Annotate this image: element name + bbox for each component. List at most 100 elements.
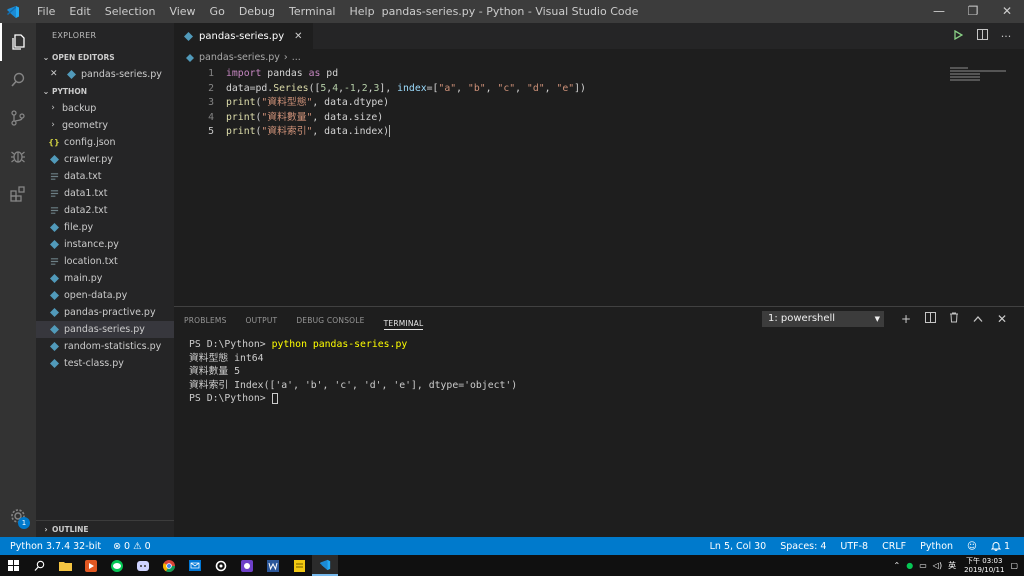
volume-icon[interactable]: ◁) [933, 561, 942, 570]
code-editor[interactable]: 1 import pandas as pd 2 data=pd.Series([… [174, 67, 1024, 140]
terminal-line: PS D:\Python> python pandas-series.py [189, 339, 408, 350]
file-label: data1.txt [64, 188, 108, 199]
menu-debug[interactable]: Debug [232, 0, 282, 23]
file-item[interactable]: data1.txt [36, 185, 174, 202]
action-center-icon[interactable]: ▢ [1010, 561, 1018, 570]
menu-view[interactable]: View [162, 0, 202, 23]
terminal-select-value: 1: powershell [768, 313, 836, 324]
manage-gear-icon[interactable]: 1 [0, 501, 36, 531]
terminal-line: 資料索引 Index(['a', 'b', 'c', 'd', 'e'], dt… [189, 379, 518, 391]
python-interpreter[interactable]: Python 3.7.4 32-bit [10, 541, 101, 552]
tab-debug-console[interactable]: DEBUG CONSOLE [296, 307, 364, 333]
minimize-button[interactable]: — [922, 0, 956, 23]
file-item[interactable]: data2.txt [36, 202, 174, 219]
file-item[interactable]: main.py [36, 270, 174, 287]
run-icon[interactable] [946, 29, 970, 43]
panel-tabs: PROBLEMS OUTPUT DEBUG CONSOLE TERMINAL 1… [174, 307, 1024, 333]
terminal-select[interactable]: 1: powershell ▼ [762, 311, 884, 327]
maximize-button[interactable]: ❐ [956, 0, 990, 23]
close-window-button[interactable]: ✕ [990, 0, 1024, 23]
chrome-icon[interactable] [156, 555, 182, 576]
terminal-output[interactable]: PS D:\Python> python pandas-series.py 資料… [174, 333, 1024, 406]
menu-terminal[interactable]: Terminal [282, 0, 343, 23]
line-tray-icon[interactable]: ● [906, 561, 913, 570]
indentation[interactable]: Spaces: 4 [780, 541, 826, 552]
discord-icon[interactable] [130, 555, 156, 576]
tab-terminal[interactable]: TERMINAL [383, 310, 424, 330]
app-ring-icon[interactable] [208, 555, 234, 576]
media-player-icon[interactable] [78, 555, 104, 576]
open-editors-section[interactable]: ⌄ OPEN EDITORS [36, 49, 174, 66]
vscode-logo-icon [0, 0, 26, 23]
new-terminal-icon[interactable]: + [894, 312, 918, 326]
ime-indicator[interactable]: 英 [948, 560, 956, 571]
menu-selection[interactable]: Selection [98, 0, 163, 23]
file-item[interactable]: instance.py [36, 236, 174, 253]
search-icon[interactable] [26, 555, 52, 576]
file-item[interactable]: open-data.py [36, 287, 174, 304]
editor-area: pandas-series.py ✕ ··· pandas-series.py … [174, 23, 1024, 306]
close-icon[interactable]: ✕ [50, 66, 62, 83]
outline-section[interactable]: › OUTLINE [36, 520, 174, 537]
title-bar: File Edit Selection View Go Debug Termin… [0, 0, 1024, 23]
tab-problems[interactable]: PROBLEMS [184, 307, 227, 333]
feedback-smiley-icon[interactable]: ☺ [967, 541, 977, 552]
encoding[interactable]: UTF-8 [840, 541, 868, 552]
notifications-bell-icon[interactable]: 1 [990, 541, 1010, 552]
json-file-icon: {} [48, 138, 60, 147]
code-text: print("資料索引", data.index) [226, 125, 391, 137]
tab-pandas-series[interactable]: pandas-series.py ✕ [174, 23, 313, 49]
vscode-taskbar-icon[interactable] [312, 555, 338, 576]
code-line-current: 5 print("資料索引", data.index) [174, 125, 1024, 140]
tray-overflow-icon[interactable]: ⌃ [894, 561, 901, 570]
file-item[interactable]: pandas-series.py [36, 321, 174, 338]
problems-count[interactable]: ⊗ 0 ⚠ 0 [113, 541, 151, 552]
clock[interactable]: 下午 03:03 2019/10/11 [964, 557, 1004, 575]
debug-icon[interactable] [0, 137, 36, 175]
minimap[interactable] [950, 67, 1010, 97]
cursor-position[interactable]: Ln 5, Col 30 [710, 541, 767, 552]
sticky-notes-icon[interactable] [286, 555, 312, 576]
breadcrumb-file[interactable]: pandas-series.py [199, 49, 280, 67]
menu-file[interactable]: File [30, 0, 62, 23]
network-icon[interactable]: ▭ [919, 561, 927, 570]
trash-icon[interactable] [942, 312, 966, 326]
folder-item[interactable]: › backup [36, 100, 174, 117]
file-explorer-icon[interactable] [52, 555, 78, 576]
file-item[interactable]: data.txt [36, 168, 174, 185]
file-item[interactable]: file.py [36, 219, 174, 236]
file-item[interactable]: crawler.py [36, 151, 174, 168]
language-mode[interactable]: Python [920, 541, 953, 552]
file-item[interactable]: {} config.json [36, 134, 174, 151]
files-icon[interactable] [0, 23, 36, 61]
file-item[interactable]: pandas-practive.py [36, 304, 174, 321]
file-label: main.py [64, 273, 103, 284]
extensions-icon[interactable] [0, 175, 36, 213]
windows-start-icon[interactable] [0, 555, 26, 576]
open-editor-item[interactable]: ✕ pandas-series.py [36, 66, 174, 83]
file-item[interactable]: test-class.py [36, 355, 174, 372]
close-panel-icon[interactable]: ✕ [990, 312, 1014, 326]
tab-output[interactable]: OUTPUT [246, 307, 278, 333]
github-desktop-icon[interactable] [234, 555, 260, 576]
breadcrumb-symbol[interactable]: ... [292, 49, 301, 67]
code-line: 4 print("資料數量", data.size) [174, 111, 1024, 126]
line-app-icon[interactable] [104, 555, 130, 576]
menu-edit[interactable]: Edit [62, 0, 97, 23]
mail-icon[interactable] [182, 555, 208, 576]
word-icon[interactable] [260, 555, 286, 576]
file-label: open-data.py [64, 290, 128, 301]
split-terminal-icon[interactable] [918, 312, 942, 326]
maximize-panel-icon[interactable] [966, 312, 990, 326]
menu-go[interactable]: Go [203, 0, 232, 23]
file-item[interactable]: random-statistics.py [36, 338, 174, 355]
python-folder-section[interactable]: ⌄ PYTHON [36, 83, 174, 100]
search-icon[interactable] [0, 61, 36, 99]
source-control-icon[interactable] [0, 99, 36, 137]
tab-close-icon[interactable]: ✕ [294, 31, 302, 42]
line-ending[interactable]: CRLF [882, 541, 906, 552]
more-actions-icon[interactable]: ··· [994, 30, 1018, 43]
split-editor-icon[interactable] [970, 29, 994, 43]
folder-item[interactable]: › geometry [36, 117, 174, 134]
file-item[interactable]: location.txt [36, 253, 174, 270]
